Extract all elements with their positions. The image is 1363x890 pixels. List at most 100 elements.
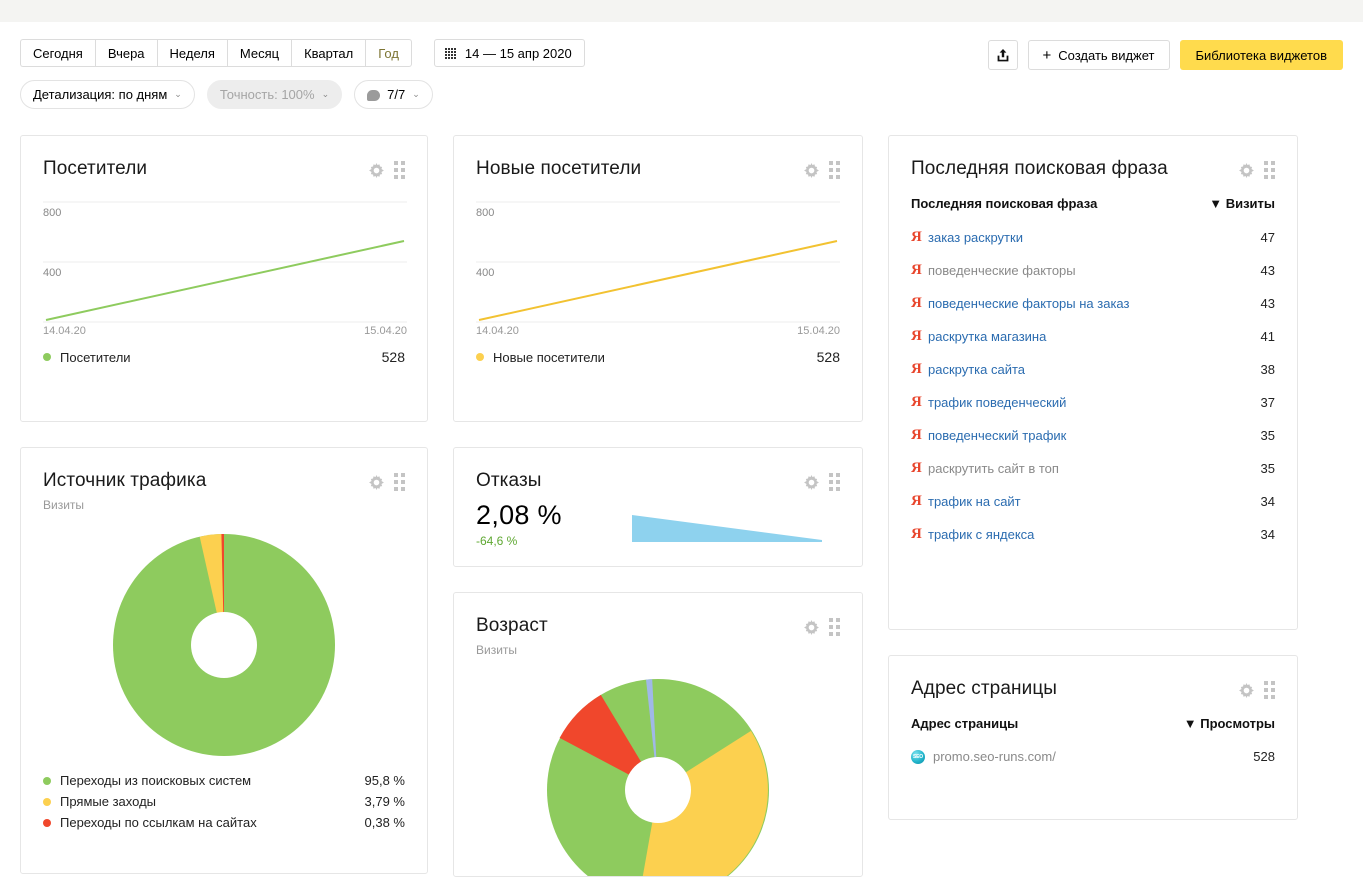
widget-bounces: Отказы 2,08 % -64,6 % bbox=[453, 447, 863, 567]
drag-handle-icon[interactable] bbox=[1264, 681, 1275, 699]
period-button-year[interactable]: Год bbox=[365, 39, 412, 67]
search-phrase-link[interactable]: трафик поведенческий bbox=[928, 395, 1066, 410]
share-upload-icon bbox=[997, 48, 1008, 61]
legend-value: 528 bbox=[816, 349, 840, 365]
gear-icon[interactable] bbox=[804, 619, 819, 635]
widget-header: Возраст bbox=[454, 593, 862, 637]
comments-filter-label: 7/7 bbox=[387, 86, 406, 102]
drag-handle-icon[interactable] bbox=[1264, 161, 1275, 179]
gear-icon[interactable] bbox=[1239, 682, 1254, 698]
search-phrase-link[interactable]: заказ раскрутки bbox=[928, 230, 1023, 245]
period-button-quarter[interactable]: Квартал bbox=[291, 39, 366, 67]
widget-library-button[interactable]: Библиотека виджетов bbox=[1179, 40, 1343, 70]
x-tick-start: 14.04.20 bbox=[476, 325, 519, 334]
search-phrase-link[interactable]: поведенческие факторы на заказ bbox=[928, 296, 1129, 311]
page-url-link[interactable]: promo.seo-runs.com/ bbox=[933, 749, 1056, 764]
gear-icon[interactable] bbox=[1239, 162, 1254, 178]
column-header-dimension: Последняя поисковая фраза bbox=[911, 196, 1098, 211]
legend-label: Посетители bbox=[60, 349, 131, 365]
plus-icon: + bbox=[1042, 46, 1052, 64]
search-phrase-link[interactable]: поведенческий трафик bbox=[928, 428, 1066, 443]
search-phrase-link[interactable]: трафик с яндекса bbox=[928, 527, 1034, 542]
visits-value: 41 bbox=[1260, 329, 1275, 344]
bounces-value: 2,08 % bbox=[476, 500, 562, 530]
table-row: Я заказ раскрутки 47 bbox=[911, 221, 1275, 254]
comments-filter-dropdown[interactable]: 7/7 ⌄ bbox=[354, 79, 433, 109]
gear-icon[interactable] bbox=[369, 474, 384, 490]
drag-handle-icon[interactable] bbox=[394, 161, 405, 179]
widget-header: Посетители bbox=[21, 136, 427, 180]
yandex-icon: Я bbox=[911, 229, 922, 245]
detail-filter-dropdown[interactable]: Детализация: по дням ⌄ bbox=[20, 79, 195, 109]
period-button-today[interactable]: Сегодня bbox=[20, 39, 95, 67]
legend-color-dot bbox=[43, 797, 51, 806]
drag-handle-icon[interactable] bbox=[829, 473, 840, 491]
widget-header-actions bbox=[369, 470, 405, 491]
page-url-table: Адрес страницы ▼ Просмотры SEO promo.seo… bbox=[889, 700, 1297, 788]
yandex-icon: Я bbox=[911, 361, 922, 377]
drag-handle-icon[interactable] bbox=[829, 161, 840, 179]
table-row: Я поведенческий трафик 35 bbox=[911, 419, 1275, 452]
create-widget-label: Создать виджет bbox=[1058, 47, 1155, 63]
widget-title: Посетители bbox=[43, 158, 148, 179]
search-phrase-table: Последняя поисковая фраза ▼ Визиты Я зак… bbox=[889, 180, 1297, 567]
yandex-icon: Я bbox=[911, 262, 922, 278]
period-button-month[interactable]: Месяц bbox=[226, 39, 292, 67]
widget-title: Возраст bbox=[476, 615, 548, 636]
legend-color-dot bbox=[43, 818, 51, 827]
gear-icon[interactable] bbox=[804, 474, 819, 490]
period-button-week[interactable]: Неделя bbox=[156, 39, 227, 67]
y-tick-800: 800 bbox=[43, 207, 61, 219]
visits-value: 35 bbox=[1260, 461, 1275, 476]
widget-header-actions bbox=[1239, 158, 1275, 179]
widget-title: Новые посетители bbox=[476, 158, 642, 179]
widget-title: Отказы bbox=[476, 470, 542, 491]
table-row: Я поведенческие факторы на заказ 43 bbox=[911, 287, 1275, 320]
visits-value: 37 bbox=[1260, 395, 1275, 410]
yandex-icon: Я bbox=[911, 328, 922, 344]
legend-item: Переходы по ссылкам на сайтах 0,38 % bbox=[43, 812, 405, 833]
visits-value: 38 bbox=[1260, 362, 1275, 377]
column-header-metric[interactable]: ▼ Визиты bbox=[1209, 196, 1275, 211]
widget-title: Источник трафика bbox=[43, 470, 207, 491]
search-phrase-link[interactable]: раскрутка магазина bbox=[928, 329, 1046, 344]
accuracy-filter-dropdown[interactable]: Точность: 100% ⌄ bbox=[206, 79, 343, 109]
legend-value: 0,38 % bbox=[364, 815, 405, 830]
widget-page-url: Адрес страницы Адрес страницы ▼ Просмотр… bbox=[888, 655, 1298, 820]
detail-filter-label: Детализация: по дням bbox=[33, 86, 168, 102]
search-phrase-link[interactable]: раскрутка сайта bbox=[928, 362, 1025, 377]
visits-value: 43 bbox=[1260, 263, 1275, 278]
search-phrase-link[interactable]: трафик на сайт bbox=[928, 494, 1021, 509]
search-phrase-link[interactable]: раскрутить сайт в топ bbox=[928, 461, 1059, 476]
search-phrase-link[interactable]: поведенческие факторы bbox=[928, 263, 1076, 278]
legend-value: 95,8 % bbox=[364, 773, 405, 788]
y-tick-400: 400 bbox=[43, 267, 61, 279]
top-strip bbox=[0, 0, 1363, 22]
table-row: Я трафик поведенческий 37 bbox=[911, 386, 1275, 419]
legend-value: 3,79 % bbox=[364, 794, 405, 809]
share-button[interactable] bbox=[987, 40, 1018, 70]
drag-handle-icon[interactable] bbox=[829, 618, 840, 636]
traffic-source-donut bbox=[21, 512, 427, 756]
yandex-icon: Я bbox=[911, 493, 922, 509]
widget-header-actions bbox=[1239, 678, 1275, 699]
date-range-picker[interactable]: 14 — 15 апр 2020 bbox=[433, 39, 585, 67]
x-tick-end: 15.04.20 bbox=[364, 325, 407, 334]
drag-handle-icon[interactable] bbox=[394, 473, 405, 491]
gear-icon[interactable] bbox=[369, 162, 384, 178]
yandex-icon: Я bbox=[911, 427, 922, 443]
chevron-down-icon: ⌄ bbox=[412, 88, 420, 99]
yandex-icon: Я bbox=[911, 460, 922, 476]
bounces-metric: 2,08 % -64,6 % bbox=[476, 500, 562, 548]
create-widget-button[interactable]: + Создать виджет bbox=[1027, 40, 1170, 70]
legend-item: Прямые заходы 3,79 % bbox=[43, 791, 405, 812]
column-header-metric[interactable]: ▼ Просмотры bbox=[1184, 716, 1275, 731]
column-header-dimension: Адрес страницы bbox=[911, 716, 1019, 731]
table-row: Я раскрутка сайта 38 bbox=[911, 353, 1275, 386]
widget-header: Источник трафика bbox=[21, 448, 427, 492]
gear-icon[interactable] bbox=[804, 162, 819, 178]
calendar-icon bbox=[444, 47, 456, 59]
widget-subtitle: Визиты bbox=[476, 643, 518, 657]
widget-title: Последняя поисковая фраза bbox=[911, 158, 1168, 179]
period-button-yesterday[interactable]: Вчера bbox=[94, 39, 157, 67]
